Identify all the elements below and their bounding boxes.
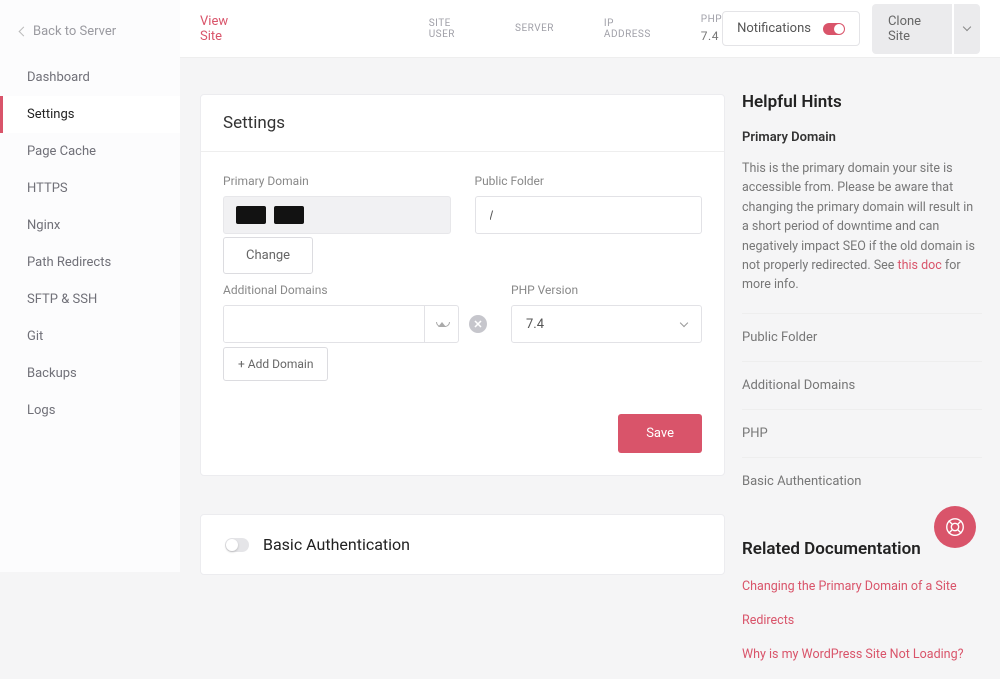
- doc-link-primary-domain[interactable]: Changing the Primary Domain of a Site: [742, 577, 982, 597]
- hint-primary-text: This is the primary domain your site is …: [742, 159, 982, 295]
- sidebar-item-page-cache[interactable]: Page Cache: [0, 133, 180, 170]
- site-info-group: SITE USER SERVER IP ADDRESS PHP 7.4: [429, 14, 722, 43]
- hint-item-basic-auth[interactable]: Basic Authentication: [742, 457, 982, 505]
- chevron-down-icon: [963, 23, 971, 31]
- php-label: PHP: [701, 14, 722, 25]
- back-to-server-link[interactable]: Back to Server: [0, 18, 180, 59]
- chevron-down-icon: [680, 318, 688, 326]
- main: Settings Primary Domain Change Public Fo…: [180, 58, 725, 575]
- sidebar-item-sftp-ssh[interactable]: SFTP & SSH: [0, 281, 180, 318]
- redacted-text: [236, 206, 266, 224]
- primary-domain-value-box: [223, 196, 451, 234]
- basic-auth-card: Basic Authentication: [200, 514, 725, 575]
- site-user-label: SITE USER: [429, 18, 465, 40]
- settings-card: Settings Primary Domain Change Public Fo…: [200, 94, 725, 476]
- related-docs: Related Documentation Changing the Prima…: [742, 539, 982, 665]
- basic-auth-title: Basic Authentication: [263, 535, 410, 554]
- hints-heading: Helpful Hints: [742, 92, 982, 112]
- public-folder-input[interactable]: [475, 196, 703, 234]
- clone-site-group: Clone Site: [872, 4, 980, 54]
- additional-domain-input-wrap: [223, 305, 459, 343]
- settings-heading: Settings: [201, 95, 724, 152]
- save-button[interactable]: Save: [618, 414, 702, 453]
- additional-domain-input[interactable]: [224, 306, 424, 342]
- hint-text-a: This is the primary domain your site is …: [742, 161, 975, 273]
- share-arrow-icon: [438, 322, 446, 327]
- clone-site-dropdown-button[interactable]: [954, 4, 980, 54]
- public-folder-field: Public Folder: [475, 174, 703, 263]
- php-version-label: PHP Version: [511, 283, 702, 297]
- notifications-label: Notifications: [737, 21, 811, 36]
- server-label: SERVER: [515, 23, 554, 34]
- notifications-toggle-on-icon: [823, 23, 845, 35]
- hint-item-php[interactable]: PHP: [742, 409, 982, 457]
- sidebar-item-settings[interactable]: Settings: [0, 96, 180, 133]
- sidebar-item-git[interactable]: Git: [0, 318, 180, 355]
- hint-doc-link[interactable]: this doc: [898, 258, 942, 273]
- back-link-label: Back to Server: [33, 24, 116, 39]
- sidebar-item-dashboard[interactable]: Dashboard: [0, 59, 180, 96]
- ip-label: IP ADDRESS: [604, 18, 651, 40]
- topbar: View Site SITE USER SERVER IP ADDRESS PH…: [180, 0, 1000, 58]
- site-user-info: SITE USER: [429, 18, 465, 40]
- sidebar-item-logs[interactable]: Logs: [0, 392, 180, 429]
- clone-site-button[interactable]: Clone Site: [872, 4, 952, 54]
- sidebar-item-nginx[interactable]: Nginx: [0, 207, 180, 244]
- add-domain-button[interactable]: + Add Domain: [223, 347, 328, 381]
- hint-item-additional-domains[interactable]: Additional Domains: [742, 361, 982, 409]
- primary-domain-label: Primary Domain: [223, 174, 451, 188]
- server-info: SERVER: [515, 23, 554, 34]
- php-version-field: PHP Version 7.4: [511, 283, 702, 372]
- doc-link-wp-not-loading[interactable]: Why is my WordPress Site Not Loading?: [742, 645, 982, 665]
- help-fab-button[interactable]: [934, 506, 976, 548]
- php-version-selected: 7.4: [526, 317, 544, 332]
- remove-domain-button[interactable]: ✕: [469, 315, 487, 333]
- php-value: 7.4: [701, 29, 719, 43]
- php-info: PHP 7.4: [701, 14, 722, 43]
- redacted-text: [274, 206, 304, 224]
- hint-item-public-folder[interactable]: Public Folder: [742, 313, 982, 361]
- additional-domains-field: Additional Domains ✕ + Add: [223, 283, 487, 372]
- hints-column: Helpful Hints Primary Domain This is the…: [742, 92, 982, 679]
- chevron-left-icon: [19, 27, 29, 37]
- sidebar: Back to Server Dashboard Settings Page C…: [0, 0, 180, 572]
- view-site-link[interactable]: View Site: [200, 14, 249, 44]
- ip-info: IP ADDRESS: [604, 18, 651, 40]
- sidebar-item-https[interactable]: HTTPS: [0, 170, 180, 207]
- additional-domains-label: Additional Domains: [223, 283, 487, 297]
- primary-domain-field: Primary Domain Change: [223, 174, 451, 263]
- change-domain-button[interactable]: Change: [223, 237, 313, 274]
- php-version-select[interactable]: 7.4: [511, 305, 702, 343]
- sidebar-item-path-redirects[interactable]: Path Redirects: [0, 244, 180, 281]
- doc-link-redirects[interactable]: Redirects: [742, 611, 982, 631]
- notifications-toggle-box[interactable]: Notifications: [722, 11, 860, 46]
- public-folder-label: Public Folder: [475, 174, 703, 188]
- basic-auth-toggle[interactable]: [225, 538, 249, 552]
- lifebuoy-icon: [944, 516, 966, 538]
- sidebar-item-backups[interactable]: Backups: [0, 355, 180, 392]
- x-icon: ✕: [473, 318, 482, 331]
- hint-primary-title: Primary Domain: [742, 130, 982, 145]
- open-domain-button[interactable]: [424, 306, 458, 342]
